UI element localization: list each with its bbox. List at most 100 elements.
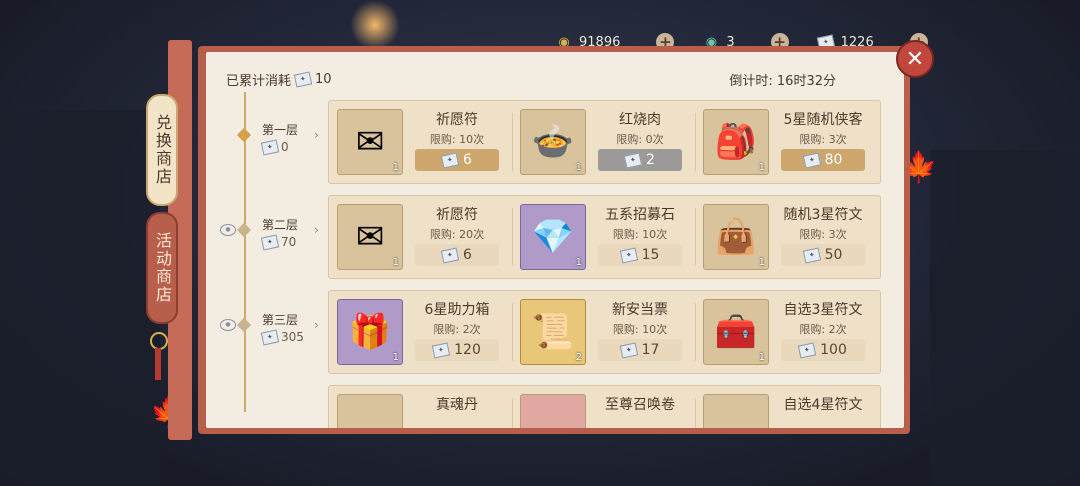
shop-item[interactable]: 🍲 1 红烧肉 限购: 0次 ✦ 2	[512, 101, 695, 183]
item-price: 120	[454, 342, 481, 358]
wish-talisman-icon: ✉	[355, 217, 385, 257]
item-name: 真魂丹	[436, 397, 478, 413]
item-name: 五系招募石	[605, 207, 675, 223]
tier-name: 第一层	[262, 123, 299, 137]
shop-panel-inner: 已累计消耗 ✦ 10 倒计时: 16时32分 第一层 ✦ 0 › ✉ 1 祈愿符 限…	[206, 52, 904, 428]
item-limit: 限购: 10次	[429, 133, 485, 146]
tier-items: ✉ 1 祈愿符 限购: 20次 ✦ 6 💎 1 五系招募石 限购: 10次 ✦ 15 👜…	[328, 195, 881, 279]
item-name: 新安当票	[612, 302, 668, 318]
shop-item[interactable]: 🎒 1 5星随机侠客 限购: 3次 ✦ 80	[695, 101, 878, 183]
item-thumbnail: ✉ 1	[337, 204, 403, 270]
item-thumbnail: 🎁 1	[337, 299, 403, 365]
tier-cost-value: 0	[281, 140, 289, 154]
tier-cost: ✦ 70	[260, 234, 298, 251]
item-name: 红烧肉	[619, 112, 661, 128]
rune-bag-icon: 👜	[714, 217, 758, 257]
recruit-stone-icon: 💎	[531, 217, 575, 257]
buy-button[interactable]: ✦ 80	[781, 149, 865, 171]
item-name: 6星助力箱	[424, 302, 490, 318]
shop-item[interactable]: 🧰 1 自选3星符文 限购: 2次 ✦ 100	[695, 291, 878, 373]
tier-name: 第三层	[262, 313, 299, 327]
buy-button-locked[interactable]: ✦ 120	[415, 339, 499, 361]
tab-exchange-shop[interactable]: 兑换商店	[146, 94, 178, 206]
chevron-right-icon: ›	[314, 128, 319, 142]
background-building-right	[930, 150, 1080, 486]
close-button[interactable]: ✕	[896, 40, 934, 78]
background-lantern	[350, 0, 400, 50]
tier-cost: ✦ 0	[260, 139, 298, 156]
tier-name: 第二层	[262, 218, 299, 232]
ticket-icon: ✦	[802, 151, 821, 169]
rune-chest-icon: 🧰	[714, 312, 758, 352]
tier-cost-value: 70	[281, 235, 297, 249]
buy-button-locked[interactable]: ✦ 50	[781, 244, 865, 266]
buy-button[interactable]: ✦ 6	[415, 149, 499, 171]
item-limit: 限购: 2次	[433, 323, 481, 336]
tier-node-icon	[236, 127, 252, 143]
buy-button-locked[interactable]: ✦ 6	[415, 244, 499, 266]
ticket-icon: ✦	[797, 341, 817, 359]
item-limit: 限购: 10次	[612, 228, 668, 241]
tassel-ornament	[155, 348, 161, 380]
tier-row: ● 第三层 ✦ 305 › 🎁 1 6星助力箱 限购: 2次 ✦ 120 📜 2 新安当…	[206, 286, 896, 374]
item-quantity: 1	[392, 162, 399, 173]
item-price: 17	[641, 342, 660, 358]
buy-button-locked[interactable]: ✦ 15	[598, 244, 682, 266]
item-name: 至尊召唤卷	[605, 397, 675, 413]
tier-cost-value: 305	[281, 330, 304, 344]
item-thumbnail: 📜 2	[520, 299, 586, 365]
shop-item[interactable]: 自选4星符文	[695, 386, 878, 428]
shop-item[interactable]: 至尊召唤卷	[512, 386, 695, 428]
ticket-icon: ✦	[440, 246, 460, 264]
buy-button-locked[interactable]: ✦ 100	[781, 339, 865, 361]
tier-items: ✉ 1 祈愿符 限购: 10次 ✦ 6 🍲 1 红烧肉 限购: 0次 ✦ 2 🎒 1 5星…	[328, 100, 881, 184]
pawn-ticket-icon: 📜	[531, 312, 575, 352]
item-price: 100	[820, 342, 847, 358]
ticket-icon: ✦	[619, 246, 638, 264]
ticket-icon: ✦	[260, 139, 280, 156]
shop-item[interactable]: 👜 1 随机3星符文 限购: 3次 ✦ 50	[695, 196, 878, 278]
item-limit: 限购: 20次	[429, 228, 485, 241]
tier-items: 🎁 1 6星助力箱 限购: 2次 ✦ 120 📜 2 新安当票 限购: 10次 ✦ 17…	[328, 290, 881, 374]
item-quantity: 1	[575, 257, 582, 268]
tier-label: 第一层 ✦ 0	[260, 122, 299, 156]
item-price: 6	[463, 152, 472, 168]
item-limit: 限购: 3次	[799, 133, 847, 146]
tier-cost: ✦ 305	[260, 329, 304, 346]
item-price: 15	[641, 247, 660, 263]
buy-button-disabled[interactable]: ✦ 2	[598, 149, 682, 171]
item-thumbnail	[703, 394, 769, 428]
tier-items: 真魂丹 至尊召唤卷 自选4星符文	[328, 385, 881, 428]
ticket-icon: ✦	[260, 234, 280, 251]
tier-node-icon	[236, 317, 252, 333]
tier-row: 真魂丹 至尊召唤卷 自选4星符文	[206, 381, 896, 428]
tier-row: 第一层 ✦ 0 › ✉ 1 祈愿符 限购: 10次 ✦ 6 🍲 1 红烧肉 限购: 0次…	[206, 96, 896, 184]
item-name: 自选3星符文	[783, 302, 863, 318]
shop-item[interactable]: 真魂丹	[329, 386, 512, 428]
item-thumbnail: 🎒 1	[703, 109, 769, 175]
item-thumbnail: 🧰 1	[703, 299, 769, 365]
item-name: 自选4星符文	[783, 397, 863, 413]
item-quantity: 1	[392, 257, 399, 268]
eye-icon: ●	[220, 224, 236, 236]
consumed-summary: 已累计消耗 ✦ 10	[226, 70, 332, 89]
item-thumbnail	[337, 394, 403, 428]
item-name: 随机3星符文	[783, 207, 863, 223]
shop-item[interactable]: 📜 2 新安当票 限购: 10次 ✦ 17	[512, 291, 695, 373]
shop-item[interactable]: 💎 1 五系招募石 限购: 10次 ✦ 15	[512, 196, 695, 278]
tab-event-shop[interactable]: 活动商店	[146, 212, 178, 324]
item-limit: 限购: 2次	[799, 323, 847, 336]
support-chest-icon: 🎁	[348, 312, 392, 352]
item-thumbnail	[520, 394, 586, 428]
close-icon: ✕	[905, 46, 925, 72]
buy-button-locked[interactable]: ✦ 17	[598, 339, 682, 361]
shop-item[interactable]: ✉ 1 祈愿符 限购: 10次 ✦ 6	[329, 101, 512, 183]
item-quantity: 1	[758, 352, 765, 363]
ticket-icon: ✦	[802, 246, 821, 264]
shop-item[interactable]: ✉ 1 祈愿符 限购: 20次 ✦ 6	[329, 196, 512, 278]
consumed-label: 已累计消耗	[226, 74, 292, 89]
shop-item[interactable]: 🎁 1 6星助力箱 限购: 2次 ✦ 120	[329, 291, 512, 373]
item-thumbnail: 💎 1	[520, 204, 586, 270]
item-thumbnail: 👜 1	[703, 204, 769, 270]
item-thumbnail: 🍲 1	[520, 109, 586, 175]
